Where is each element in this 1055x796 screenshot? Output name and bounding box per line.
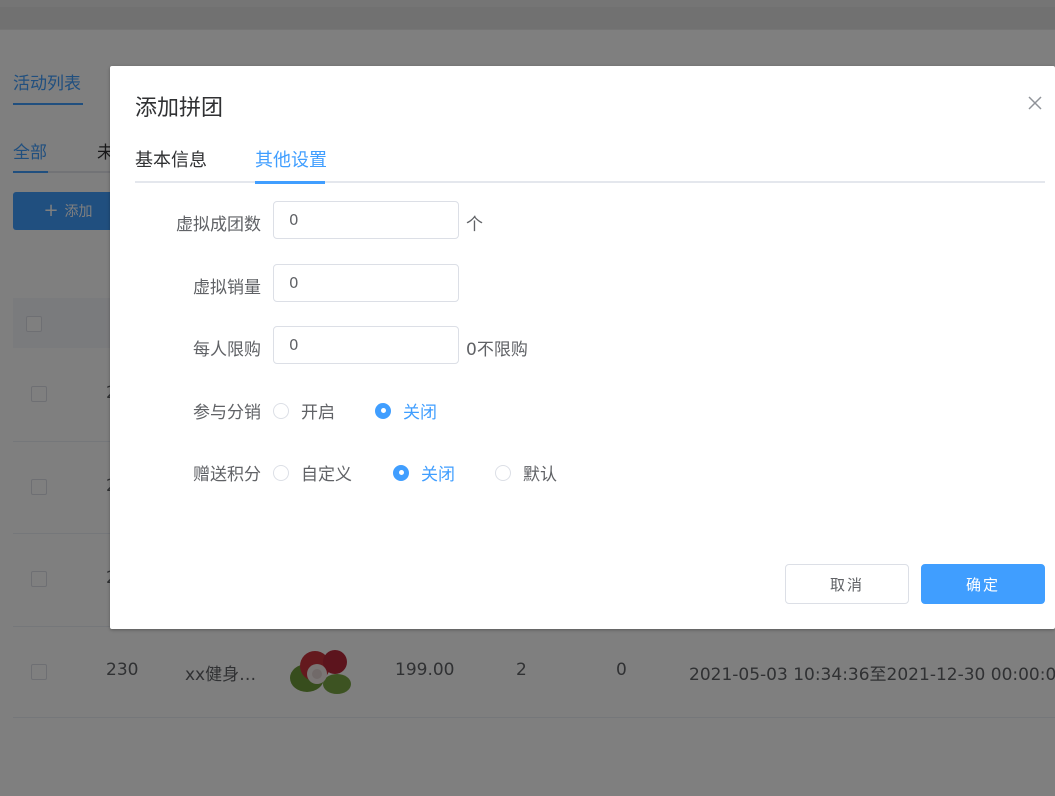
virtual-sales-label: 虚拟销量: [193, 278, 261, 298]
close-icon[interactable]: [1024, 92, 1046, 114]
radio-circle-checked: [375, 402, 391, 419]
radio-label: 开启: [301, 403, 335, 423]
distribution-radio-on[interactable]: 开启: [273, 398, 335, 423]
cancel-button[interactable]: 取消: [785, 564, 909, 604]
tab-other-settings[interactable]: 其他设置: [255, 146, 327, 172]
virtual-groups-label: 虚拟成团数: [176, 215, 261, 235]
virtual-groups-input[interactable]: [273, 201, 459, 239]
per-person-limit-label: 每人限购: [193, 340, 261, 360]
radio-circle: [495, 464, 511, 481]
per-person-limit-input[interactable]: [273, 326, 459, 364]
tab-basic-info[interactable]: 基本信息: [135, 146, 207, 172]
points-radio-custom[interactable]: 自定义: [273, 460, 352, 485]
distribution-radio-off[interactable]: 关闭: [375, 398, 437, 423]
points-radio-off[interactable]: 关闭: [393, 460, 455, 485]
radio-circle: [273, 402, 289, 419]
confirm-button[interactable]: 确定: [921, 564, 1045, 604]
points-label: 赠送积分: [193, 465, 261, 485]
radio-circle: [273, 464, 289, 481]
radio-label: 默认: [523, 465, 557, 485]
radio-label: 关闭: [421, 465, 455, 485]
tab-active-indicator: [255, 181, 325, 184]
virtual-sales-input[interactable]: [273, 264, 459, 302]
points-radio-default[interactable]: 默认: [495, 460, 557, 485]
virtual-groups-unit: 个: [466, 215, 483, 235]
radio-circle-checked: [393, 464, 409, 481]
add-group-buy-dialog: 添加拼团 基本信息 其他设置 虚拟成团数 个 虚拟销量 每人限购 0不限购 参与…: [110, 66, 1055, 629]
distribution-label: 参与分销: [193, 403, 261, 423]
radio-label: 自定义: [301, 465, 352, 485]
per-person-limit-hint: 0不限购: [466, 340, 528, 360]
page: 活动列表 全部 未 + 添加 2 2 2 230 xx健身… 199.00 2 …: [0, 0, 1055, 796]
dialog-title: 添加拼团: [135, 96, 224, 121]
radio-label: 关闭: [403, 403, 437, 423]
